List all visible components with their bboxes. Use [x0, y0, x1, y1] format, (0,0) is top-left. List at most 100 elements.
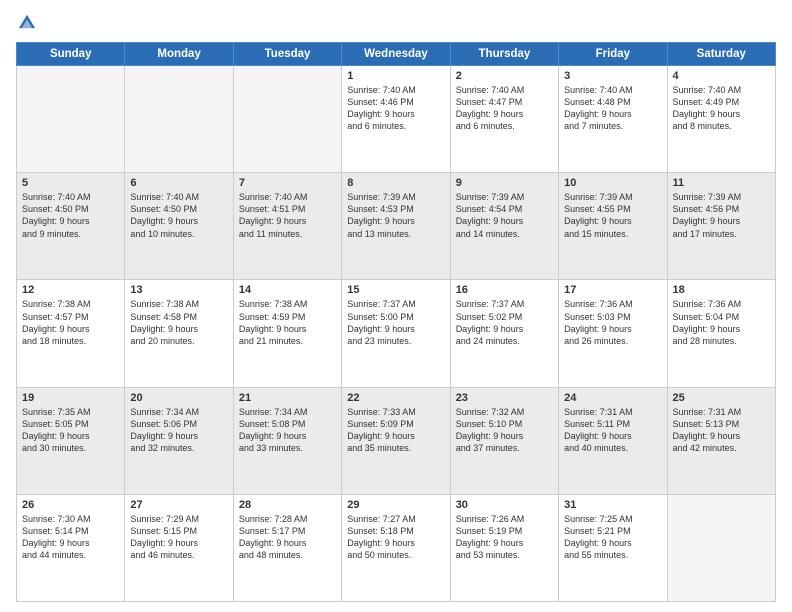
- cell-info: Sunrise: 7:31 AMSunset: 5:11 PMDaylight:…: [564, 406, 661, 455]
- day-number: 3: [564, 70, 661, 82]
- day-number: 31: [564, 499, 661, 511]
- calendar-cell: 22 Sunrise: 7:33 AMSunset: 5:09 PMDayligh…: [342, 387, 450, 494]
- day-number: 23: [456, 392, 553, 404]
- calendar-cell: 9 Sunrise: 7:39 AMSunset: 4:54 PMDaylight…: [450, 173, 558, 280]
- calendar-cell: 17 Sunrise: 7:36 AMSunset: 5:03 PMDayligh…: [559, 280, 667, 387]
- calendar-cell: 5 Sunrise: 7:40 AMSunset: 4:50 PMDaylight…: [17, 173, 125, 280]
- weekday-header-cell: Saturday: [667, 43, 775, 66]
- day-number: 21: [239, 392, 336, 404]
- weekday-header-cell: Tuesday: [233, 43, 341, 66]
- cell-info: Sunrise: 7:35 AMSunset: 5:05 PMDaylight:…: [22, 406, 119, 455]
- cell-info: Sunrise: 7:26 AMSunset: 5:19 PMDaylight:…: [456, 513, 553, 562]
- cell-info: Sunrise: 7:36 AMSunset: 5:03 PMDaylight:…: [564, 298, 661, 347]
- cell-info: Sunrise: 7:28 AMSunset: 5:17 PMDaylight:…: [239, 513, 336, 562]
- weekday-header-cell: Wednesday: [342, 43, 450, 66]
- weekday-header-cell: Friday: [559, 43, 667, 66]
- calendar-row: 19Sunrise: 7:35 AMSunset: 5:05 PMDayligh…: [17, 387, 776, 494]
- day-number: 29: [347, 499, 444, 511]
- calendar-cell: 11 Sunrise: 7:39 AMSunset: 4:56 PMDayligh…: [667, 173, 775, 280]
- calendar-cell: [233, 66, 341, 173]
- page: SundayMondayTuesdayWednesdayThursdayFrid…: [0, 0, 792, 612]
- calendar-cell: 21 Sunrise: 7:34 AMSunset: 5:08 PMDayligh…: [233, 387, 341, 494]
- day-number: 4: [673, 70, 770, 82]
- logo-icon: [16, 12, 38, 34]
- day-number: 27: [130, 499, 227, 511]
- calendar-cell: 28 Sunrise: 7:28 AMSunset: 5:17 PMDayligh…: [233, 494, 341, 601]
- calendar-body: 1Sunrise: 7:40 AMSunset: 4:46 PMDaylight…: [17, 66, 776, 602]
- cell-info: Sunrise: 7:34 AMSunset: 5:08 PMDaylight:…: [239, 406, 336, 455]
- calendar-cell: [667, 494, 775, 601]
- calendar-cell: 29 Sunrise: 7:27 AMSunset: 5:18 PMDayligh…: [342, 494, 450, 601]
- day-number: 1: [347, 70, 444, 82]
- cell-info: Sunrise: 7:29 AMSunset: 5:15 PMDaylight:…: [130, 513, 227, 562]
- cell-info: Sunrise: 7:36 AMSunset: 5:04 PMDaylight:…: [673, 298, 770, 347]
- calendar-cell: 19Sunrise: 7:35 AMSunset: 5:05 PMDayligh…: [17, 387, 125, 494]
- calendar-cell: 10 Sunrise: 7:39 AMSunset: 4:55 PMDayligh…: [559, 173, 667, 280]
- calendar-cell: 1Sunrise: 7:40 AMSunset: 4:46 PMDaylight…: [342, 66, 450, 173]
- calendar-cell: 26 Sunrise: 7:30 AMSunset: 5:14 PMDayligh…: [17, 494, 125, 601]
- cell-info: Sunrise: 7:40 AMSunset: 4:50 PMDaylight:…: [22, 191, 119, 240]
- day-number: 16: [456, 284, 553, 296]
- day-number: 7: [239, 177, 336, 189]
- calendar-cell: [125, 66, 233, 173]
- day-number: 2: [456, 70, 553, 82]
- cell-info: Sunrise: 7:25 AMSunset: 5:21 PMDaylight:…: [564, 513, 661, 562]
- cell-info: Sunrise: 7:39 AMSunset: 4:53 PMDaylight:…: [347, 191, 444, 240]
- cell-info: Sunrise: 7:37 AMSunset: 5:02 PMDaylight:…: [456, 298, 553, 347]
- calendar-cell: [17, 66, 125, 173]
- day-number: 22: [347, 392, 444, 404]
- calendar-row: 12Sunrise: 7:38 AMSunset: 4:57 PMDayligh…: [17, 280, 776, 387]
- calendar-cell: 16 Sunrise: 7:37 AMSunset: 5:02 PMDayligh…: [450, 280, 558, 387]
- day-number: 28: [239, 499, 336, 511]
- weekday-header-cell: Monday: [125, 43, 233, 66]
- cell-info: Sunrise: 7:27 AMSunset: 5:18 PMDaylight:…: [347, 513, 444, 562]
- calendar-cell: 18 Sunrise: 7:36 AMSunset: 5:04 PMDayligh…: [667, 280, 775, 387]
- day-number: 11: [673, 177, 770, 189]
- weekday-header-cell: Sunday: [17, 43, 125, 66]
- day-number: 18: [673, 284, 770, 296]
- day-number: 13: [130, 284, 227, 296]
- calendar-cell: 20Sunrise: 7:34 AMSunset: 5:06 PMDayligh…: [125, 387, 233, 494]
- day-number: 17: [564, 284, 661, 296]
- day-number: 26: [22, 499, 119, 511]
- header: [16, 12, 776, 34]
- cell-info: Sunrise: 7:40 AMSunset: 4:49 PMDaylight:…: [673, 84, 770, 133]
- weekday-header-cell: Thursday: [450, 43, 558, 66]
- calendar-cell: 23Sunrise: 7:32 AMSunset: 5:10 PMDayligh…: [450, 387, 558, 494]
- day-number: 6: [130, 177, 227, 189]
- day-number: 24: [564, 392, 661, 404]
- calendar-cell: 27 Sunrise: 7:29 AMSunset: 5:15 PMDayligh…: [125, 494, 233, 601]
- calendar-cell: 3 Sunrise: 7:40 AMSunset: 4:48 PMDaylight…: [559, 66, 667, 173]
- calendar-cell: 31 Sunrise: 7:25 AMSunset: 5:21 PMDayligh…: [559, 494, 667, 601]
- cell-info: Sunrise: 7:40 AMSunset: 4:48 PMDaylight:…: [564, 84, 661, 133]
- cell-info: Sunrise: 7:38 AMSunset: 4:58 PMDaylight:…: [130, 298, 227, 347]
- day-number: 9: [456, 177, 553, 189]
- day-number: 8: [347, 177, 444, 189]
- calendar-cell: 6Sunrise: 7:40 AMSunset: 4:50 PMDaylight…: [125, 173, 233, 280]
- cell-info: Sunrise: 7:39 AMSunset: 4:56 PMDaylight:…: [673, 191, 770, 240]
- calendar-row: 1Sunrise: 7:40 AMSunset: 4:46 PMDaylight…: [17, 66, 776, 173]
- cell-info: Sunrise: 7:38 AMSunset: 4:59 PMDaylight:…: [239, 298, 336, 347]
- logo: [16, 12, 40, 34]
- cell-info: Sunrise: 7:39 AMSunset: 4:54 PMDaylight:…: [456, 191, 553, 240]
- calendar-cell: 2 Sunrise: 7:40 AMSunset: 4:47 PMDaylight…: [450, 66, 558, 173]
- day-number: 20: [130, 392, 227, 404]
- cell-info: Sunrise: 7:39 AMSunset: 4:55 PMDaylight:…: [564, 191, 661, 240]
- cell-info: Sunrise: 7:30 AMSunset: 5:14 PMDaylight:…: [22, 513, 119, 562]
- cell-info: Sunrise: 7:40 AMSunset: 4:51 PMDaylight:…: [239, 191, 336, 240]
- calendar-cell: 7 Sunrise: 7:40 AMSunset: 4:51 PMDaylight…: [233, 173, 341, 280]
- calendar-cell: 24 Sunrise: 7:31 AMSunset: 5:11 PMDayligh…: [559, 387, 667, 494]
- day-number: 5: [22, 177, 119, 189]
- cell-info: Sunrise: 7:31 AMSunset: 5:13 PMDaylight:…: [673, 406, 770, 455]
- day-number: 25: [673, 392, 770, 404]
- day-number: 15: [347, 284, 444, 296]
- cell-info: Sunrise: 7:33 AMSunset: 5:09 PMDaylight:…: [347, 406, 444, 455]
- calendar-cell: 25 Sunrise: 7:31 AMSunset: 5:13 PMDayligh…: [667, 387, 775, 494]
- calendar-cell: 8 Sunrise: 7:39 AMSunset: 4:53 PMDaylight…: [342, 173, 450, 280]
- cell-info: Sunrise: 7:40 AMSunset: 4:47 PMDaylight:…: [456, 84, 553, 133]
- day-number: 10: [564, 177, 661, 189]
- day-number: 30: [456, 499, 553, 511]
- calendar-cell: 14Sunrise: 7:38 AMSunset: 4:59 PMDayligh…: [233, 280, 341, 387]
- calendar-row: 5 Sunrise: 7:40 AMSunset: 4:50 PMDaylight…: [17, 173, 776, 280]
- cell-info: Sunrise: 7:37 AMSunset: 5:00 PMDaylight:…: [347, 298, 444, 347]
